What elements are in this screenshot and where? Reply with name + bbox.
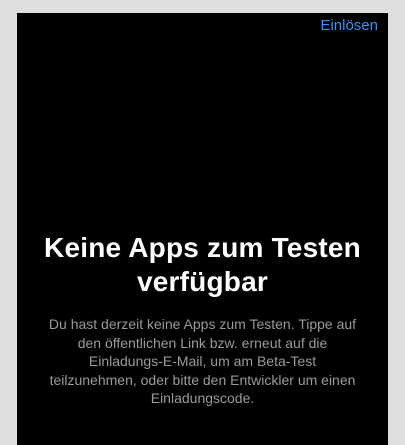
redeem-button[interactable]: Einlösen (320, 17, 378, 35)
app-screen: Einlösen Keine Apps zum Testen verfügbar… (17, 13, 388, 445)
empty-state-title: Keine Apps zum Testen verfügbar (44, 232, 361, 297)
navigation-bar: Einlösen (17, 13, 388, 41)
empty-state-message: Du hast derzeit keine Apps zum Testen. T… (48, 316, 357, 406)
empty-state: Keine Apps zum Testen verfügbar Du hast … (17, 231, 388, 408)
